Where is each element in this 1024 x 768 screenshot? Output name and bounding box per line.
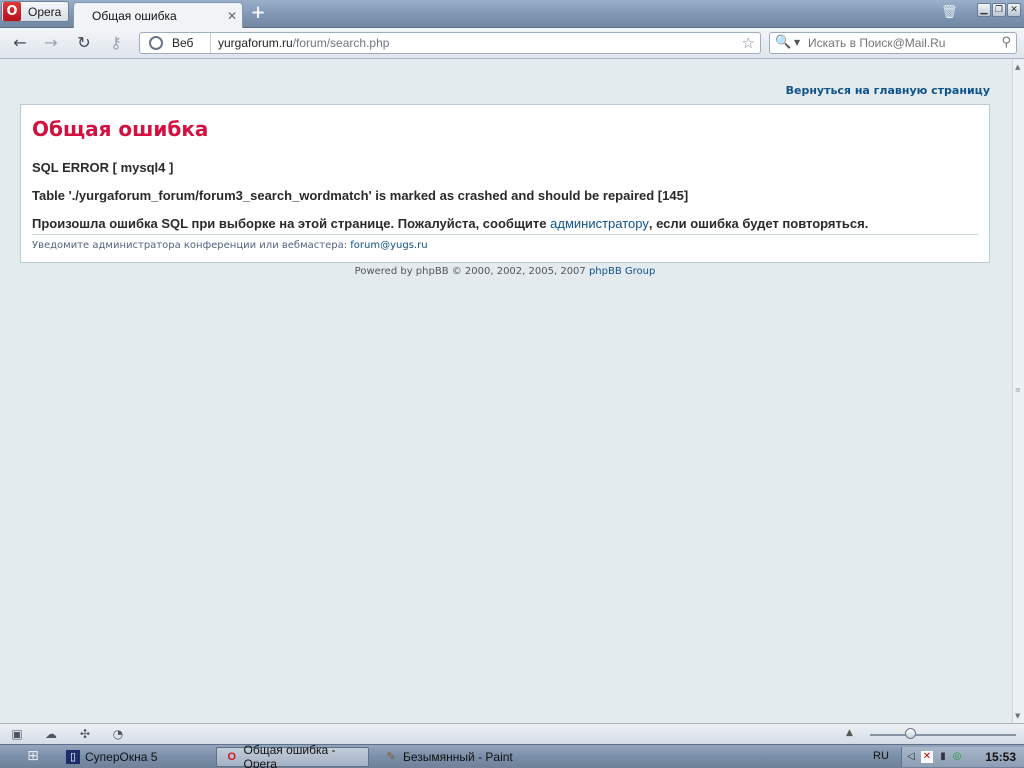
taskbar-item-label: СуперОкна 5 [85, 750, 158, 764]
status-bar: ▣ ☁ ✣ ◔ ▲ [0, 723, 1024, 744]
error-panel: Общая ошибка SQL ERROR [ mysql4 ] Table … [20, 104, 990, 263]
error-notice-tail: , если ошибка будет повторяться. [648, 216, 869, 231]
page-content: Вернуться на главную страницу Общая ошиб… [0, 60, 1012, 723]
error-notice: Произошла ошибка SQL при выборке на этой… [32, 216, 868, 231]
search-field[interactable]: 🔍 ▼ ⚲ [769, 32, 1017, 54]
search-icon[interactable]: ⚲ [1001, 35, 1011, 50]
minimize-window-button[interactable]: ▁ [977, 3, 991, 17]
taskbar-item-active[interactable]: O Общая ошибка - Opera [216, 743, 369, 768]
contact-email-link[interactable]: forum@yugs.ru [350, 240, 427, 251]
phpbb-group-link[interactable]: phpBB Group [589, 266, 655, 277]
table-error-text: Table './yurgaforum_forum/forum3_search_… [32, 188, 689, 203]
reload-icon[interactable]: ↻ [73, 33, 95, 53]
tab-close-icon[interactable]: ✕ [227, 9, 237, 23]
zoom-slider-handle[interactable] [905, 728, 916, 739]
scroll-up-icon[interactable]: ▲ [1015, 63, 1020, 71]
volume-icon[interactable]: ▮ [937, 751, 949, 763]
administrator-link[interactable]: администратору [550, 216, 649, 231]
back-arrow-icon[interactable]: ← [9, 33, 31, 53]
taskbar-item[interactable]: ✎ Безымянный - Paint [384, 747, 534, 767]
turbo-icon[interactable]: ✣ [77, 727, 93, 741]
opera-unite-icon[interactable]: ☁ [43, 727, 59, 741]
taskbar: ⊞ ▯ СуперОкна 5 O Общая ошибка - Opera ✎… [0, 743, 1024, 768]
language-indicator[interactable]: RU [873, 750, 889, 762]
search-engine-icon[interactable]: 🔍 [775, 35, 791, 50]
tray-expand-icon[interactable]: ◁ [905, 751, 917, 763]
bookmark-star-icon[interactable]: ☆ [742, 34, 755, 52]
key-icon[interactable]: ⚷ [105, 33, 127, 53]
search-input[interactable] [808, 35, 993, 51]
zoom-slider-track[interactable] [870, 734, 1016, 736]
taskbar-item[interactable]: ▯ СуперОкна 5 [64, 747, 212, 767]
opera-logo-icon: O [3, 2, 21, 21]
system-tray: ◁ ✕ ▮ ◎ 15:53 [901, 747, 1024, 767]
app-window-icon: ▯ [66, 750, 80, 764]
taskbar-item-label: Общая ошибка - Opera [243, 743, 336, 768]
scroll-grip-icon[interactable]: ≡ [1015, 386, 1021, 394]
opera-menu-button[interactable]: O Opera [1, 1, 69, 22]
powered-text: Powered by phpBB © 2000, 2002, 2005, 200… [354, 266, 589, 277]
network-icon[interactable]: ✕ [921, 751, 933, 763]
close-window-button[interactable]: ✕ [1007, 3, 1021, 17]
forward-arrow-icon[interactable]: → [40, 33, 62, 53]
tab-title: Общая ошибка [92, 8, 177, 23]
restore-window-button[interactable]: ❐ [992, 3, 1006, 17]
speed-dial-icon[interactable]: ◔ [110, 727, 126, 741]
opera-menu-label: Opera [28, 4, 62, 19]
view-options-icon[interactable]: ▲ [846, 728, 853, 738]
navigation-bar: ← → ↻ ⚷ Веб yurgaforum.ru/forum/search.p… [0, 28, 1024, 59]
footer-copyright: Powered by phpBB © 2000, 2002, 2005, 200… [0, 266, 1010, 277]
error-notice-text: Произошла ошибка SQL при выборке на этой… [32, 216, 551, 231]
sql-error-text: SQL ERROR [ mysql4 ] [32, 160, 174, 175]
new-tab-icon[interactable]: + [249, 4, 267, 22]
notify-text: Уведомите администратора конференции или… [32, 240, 351, 251]
paint-icon: ✎ [386, 751, 396, 763]
address-path: /forum/search.php [292, 36, 390, 50]
address-separator [210, 33, 211, 53]
chevron-down-icon[interactable]: ▼ [794, 38, 800, 47]
vertical-scrollbar[interactable]: ▲ ≡ ▼ [1012, 60, 1024, 723]
taskbar-item-label: Безымянный - Paint [403, 750, 513, 764]
tab-bar: O Opera Общая ошибка ✕ + 🗑 ▁ ❐ ✕ [0, 0, 1024, 28]
tab-active[interactable]: Общая ошибка ✕ [73, 2, 243, 28]
notify-line: Уведомите администратора конференции или… [32, 240, 428, 251]
panel-toggle-icon[interactable]: ▣ [9, 727, 25, 741]
address-mode-label[interactable]: Веб [172, 36, 193, 50]
trash-icon[interactable]: 🗑 [941, 5, 958, 21]
globe-icon [149, 36, 163, 50]
scroll-down-icon[interactable]: ▼ [1015, 712, 1020, 720]
divider [32, 234, 978, 235]
address-url[interactable]: yurgaforum.ru/forum/search.php [218, 36, 389, 50]
address-domain: yurgaforum.ru [218, 36, 293, 50]
security-icon[interactable]: ◎ [951, 751, 963, 763]
clock[interactable]: 15:53 [985, 750, 1016, 764]
back-to-home-link[interactable]: Вернуться на главную страницу [786, 84, 990, 97]
opera-icon: O [227, 751, 237, 763]
page-title: Общая ошибка [32, 117, 209, 141]
start-windows-icon[interactable]: ⊞ [22, 748, 44, 766]
address-field[interactable]: Веб yurgaforum.ru/forum/search.php ☆ [139, 32, 761, 54]
